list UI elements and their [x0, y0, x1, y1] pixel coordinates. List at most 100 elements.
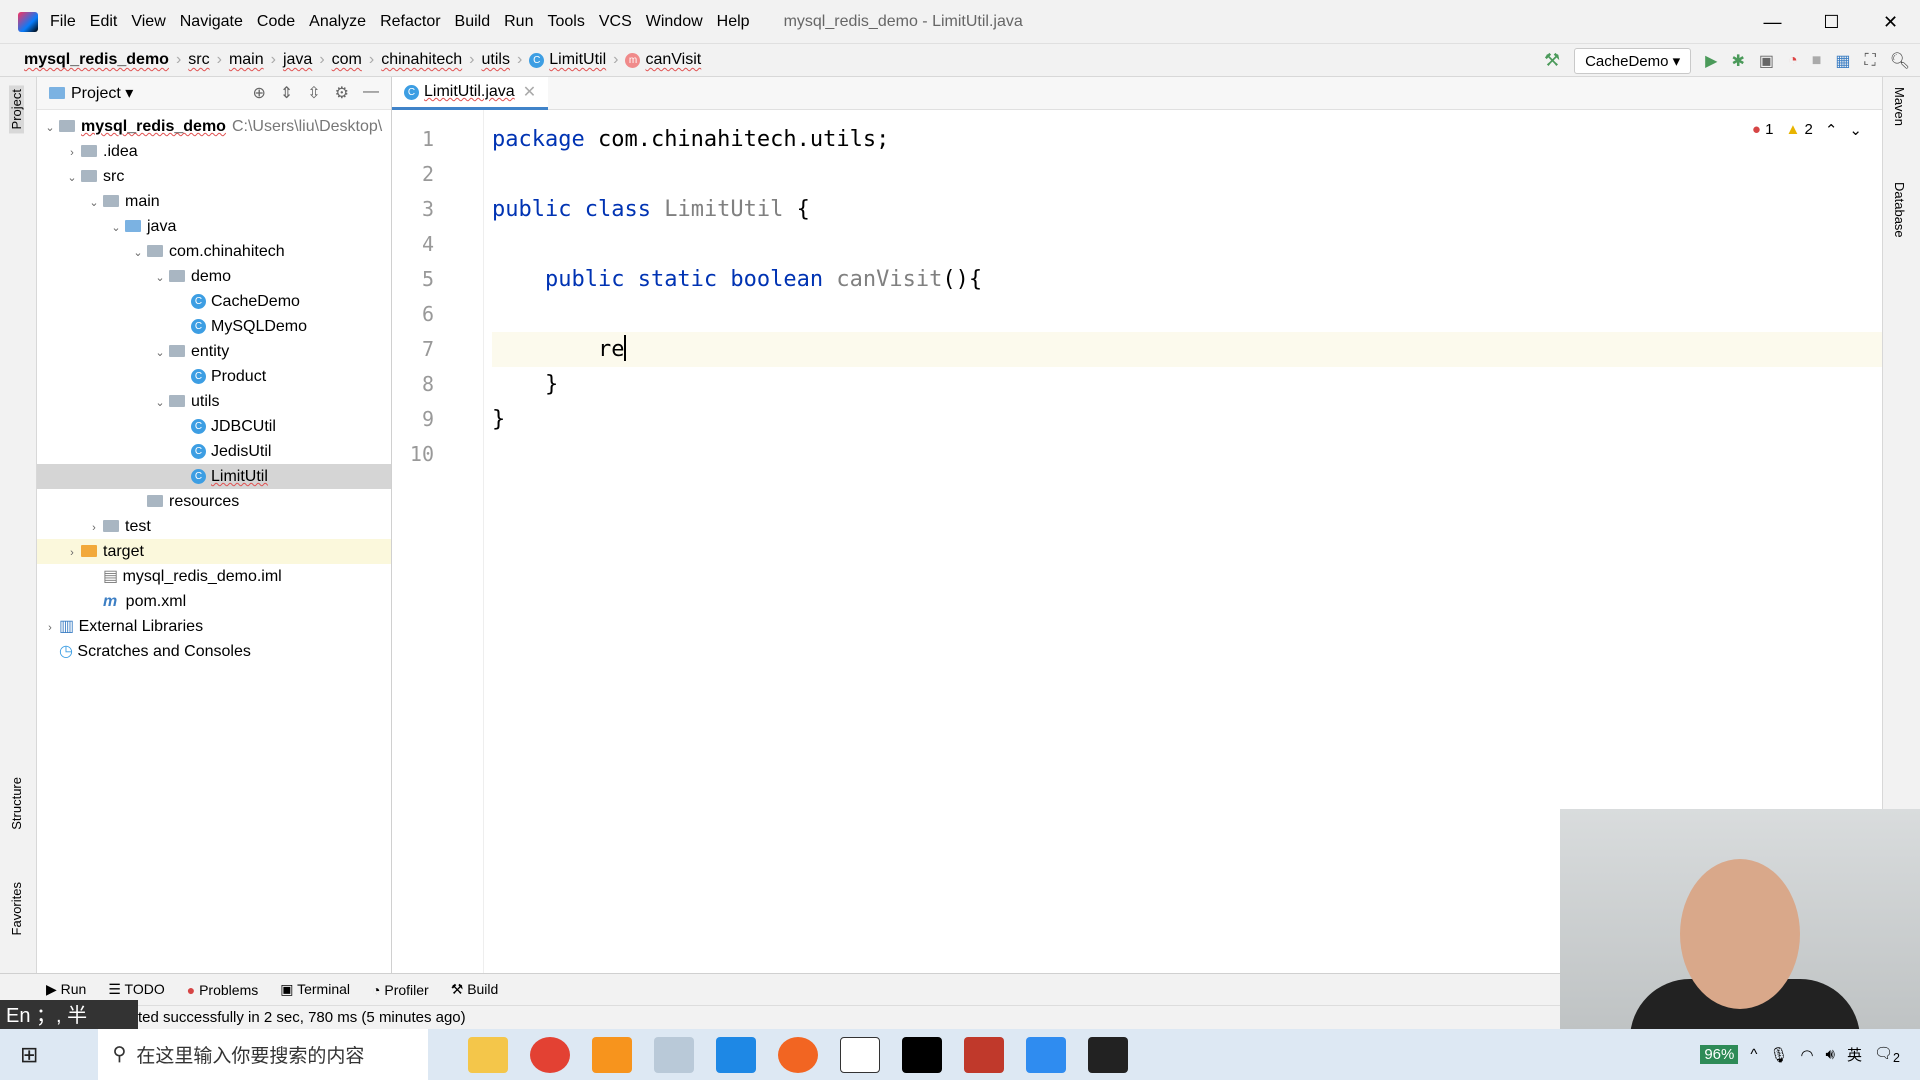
tree-item-limitutil[interactable]: C LimitUtil	[37, 464, 391, 489]
breadcrumb-class[interactable]: LimitUtil	[549, 51, 606, 69]
code-line[interactable]: }	[492, 402, 1882, 437]
maven-tool-tab[interactable]: Maven	[1892, 87, 1907, 126]
expand-all-icon[interactable]: ⇕	[280, 83, 293, 103]
ime-tray[interactable]: 英	[1847, 1044, 1862, 1065]
menu-vcs[interactable]: VCS	[599, 13, 632, 31]
breadcrumb-com[interactable]: com	[332, 51, 362, 69]
tree-item-jedisutil[interactable]: C JedisUtil	[37, 439, 391, 464]
chevron-right-icon[interactable]: ›	[63, 541, 81, 566]
coverage-icon[interactable]: ▣	[1759, 51, 1774, 71]
browser-icon[interactable]	[778, 1036, 819, 1073]
debug-icon[interactable]: ✱	[1731, 51, 1744, 71]
tab-terminal[interactable]: ▣ Terminal	[280, 981, 350, 998]
menu-code[interactable]: Code	[257, 13, 295, 31]
database-tool-tab[interactable]: Database	[1892, 182, 1907, 238]
minimize-button[interactable]: —	[1743, 0, 1802, 44]
paint-icon[interactable]	[654, 1036, 695, 1073]
menu-refactor[interactable]: Refactor	[380, 13, 440, 31]
tree-item-product[interactable]: C Product	[37, 364, 391, 389]
close-button[interactable]: ✕	[1861, 0, 1920, 44]
volume-icon[interactable]: 🔊︎	[1826, 1046, 1835, 1063]
tree-item-utils[interactable]: ⌄ utils	[37, 389, 391, 414]
tree-item-resources[interactable]: resources	[37, 489, 391, 514]
tab-build[interactable]: ⚒ Build	[451, 981, 499, 998]
menu-help[interactable]: Help	[717, 13, 750, 31]
tree-item--idea[interactable]: › .idea	[37, 139, 391, 164]
chevron-down-icon[interactable]: ⌄	[107, 216, 125, 241]
chevron-down-icon[interactable]: ⌄	[151, 341, 169, 366]
tab-todo[interactable]: ☰ TODO	[108, 981, 164, 998]
project-structure-icon[interactable]: ▦	[1835, 51, 1850, 71]
tree-item-demo[interactable]: ⌄ demo	[37, 264, 391, 289]
tree-item-mysqldemo[interactable]: C MySQLDemo	[37, 314, 391, 339]
maximize-button[interactable]: ☐	[1802, 0, 1861, 44]
sublime-icon[interactable]	[592, 1036, 633, 1073]
wps-icon[interactable]	[1026, 1036, 1067, 1073]
chevron-down-icon[interactable]: ⌄	[129, 241, 147, 266]
code-line[interactable]: public class LimitUtil {	[492, 192, 1882, 227]
wifi-icon[interactable]: ◠	[1800, 1046, 1813, 1064]
tree-item-mysql-redis-demo[interactable]: ⌄ mysql_redis_demo C:\Users\liu\Desktop\	[37, 114, 391, 139]
menu-edit[interactable]: Edit	[90, 13, 118, 31]
notification-icon[interactable]: 🗨︎2	[1874, 1044, 1900, 1065]
chevron-down-icon[interactable]: ⌄	[63, 166, 81, 191]
code-line[interactable]: }	[492, 367, 1882, 402]
tree-item-com-chinahitech[interactable]: ⌄ com.chinahitech	[37, 239, 391, 264]
typora-icon[interactable]	[840, 1036, 881, 1073]
gear-icon[interactable]: ⚙	[335, 83, 349, 103]
tray-chevron-icon[interactable]: ^	[1750, 1046, 1757, 1063]
redis-icon[interactable]	[964, 1036, 1005, 1073]
breadcrumb-main[interactable]: main	[229, 51, 264, 69]
breadcrumb-src[interactable]: src	[188, 51, 209, 69]
tree-item-external-libraries[interactable]: › ▥ External Libraries	[37, 614, 391, 639]
code-line[interactable]	[492, 437, 1882, 472]
search-icon[interactable]: 🔍︎	[1890, 51, 1910, 71]
menu-navigate[interactable]: Navigate	[180, 13, 243, 31]
layout-icon[interactable]: ⛶	[1864, 52, 1875, 70]
collapse-all-icon[interactable]: ⇳	[307, 83, 320, 103]
menu-build[interactable]: Build	[455, 13, 491, 31]
breadcrumb-chinahitech[interactable]: chinahitech	[381, 51, 462, 69]
stop-icon[interactable]: ■	[1812, 52, 1822, 70]
menu-file[interactable]: File	[50, 13, 76, 31]
tree-item-test[interactable]: › test	[37, 514, 391, 539]
code-line[interactable]	[492, 227, 1882, 262]
breadcrumb-method[interactable]: canVisit	[645, 51, 701, 69]
tree-item-main[interactable]: ⌄ main	[37, 189, 391, 214]
run-icon[interactable]: ▶	[1705, 51, 1717, 71]
favorites-tool-tab[interactable]: Favorites	[9, 882, 24, 935]
recorder-icon[interactable]	[1088, 1036, 1129, 1073]
menu-tools[interactable]: Tools	[547, 13, 584, 31]
previous-highlight-icon[interactable]: ⌃	[1825, 121, 1838, 139]
locate-icon[interactable]: ⊕	[252, 83, 265, 103]
tree-item-java[interactable]: ⌄ java	[37, 214, 391, 239]
taskbar-search[interactable]: ⚲ 在这里输入你要搜索的内容	[98, 1029, 429, 1080]
project-tool-tab[interactable]: Project	[9, 85, 24, 134]
tab-limitutil-java[interactable]: C LimitUtil.java ✕	[392, 77, 549, 110]
chevron-down-icon[interactable]: ⌄	[85, 191, 103, 216]
code-line[interactable]: public static boolean canVisit(){	[492, 262, 1882, 297]
tree-item-cachedemo[interactable]: C CacheDemo	[37, 289, 391, 314]
structure-tool-tab[interactable]: Structure	[9, 777, 24, 830]
remote-app-icon[interactable]	[716, 1036, 757, 1073]
breadcrumb-utils[interactable]: utils	[481, 51, 509, 69]
code-line[interactable]: package com.chinahitech.utils;	[492, 122, 1882, 157]
hide-icon[interactable]: —	[363, 83, 379, 103]
code-line[interactable]	[492, 297, 1882, 332]
tree-item-src[interactable]: ⌄ src	[37, 164, 391, 189]
windows-start-icon[interactable]: ⊞	[20, 1042, 38, 1068]
chevron-right-icon[interactable]: ›	[63, 141, 81, 166]
microphone-icon[interactable]: 🎙︎	[1769, 1046, 1788, 1064]
run-config-dropdown[interactable]: CacheDemo ▾	[1574, 47, 1692, 74]
tab-profiler[interactable]: ◔ Profiler	[372, 982, 429, 998]
ime-indicator[interactable]: En ；, 半	[0, 1000, 138, 1032]
menu-analyze[interactable]: Analyze	[309, 13, 366, 31]
breadcrumb-project[interactable]: mysql_redis_demo	[24, 51, 169, 69]
next-highlight-icon[interactable]: ⌄	[1849, 121, 1862, 139]
code-line[interactable]: re	[492, 332, 1882, 367]
tree-item-mysql-redis-demo-iml[interactable]: ▤ mysql_redis_demo.iml	[37, 564, 391, 589]
build-hammer-icon[interactable]: ⚒	[1544, 50, 1560, 71]
chevron-down-icon[interactable]: ⌄	[151, 391, 169, 416]
tab-run[interactable]: ▶ Run	[46, 981, 86, 998]
chevron-right-icon[interactable]: ›	[41, 616, 59, 641]
